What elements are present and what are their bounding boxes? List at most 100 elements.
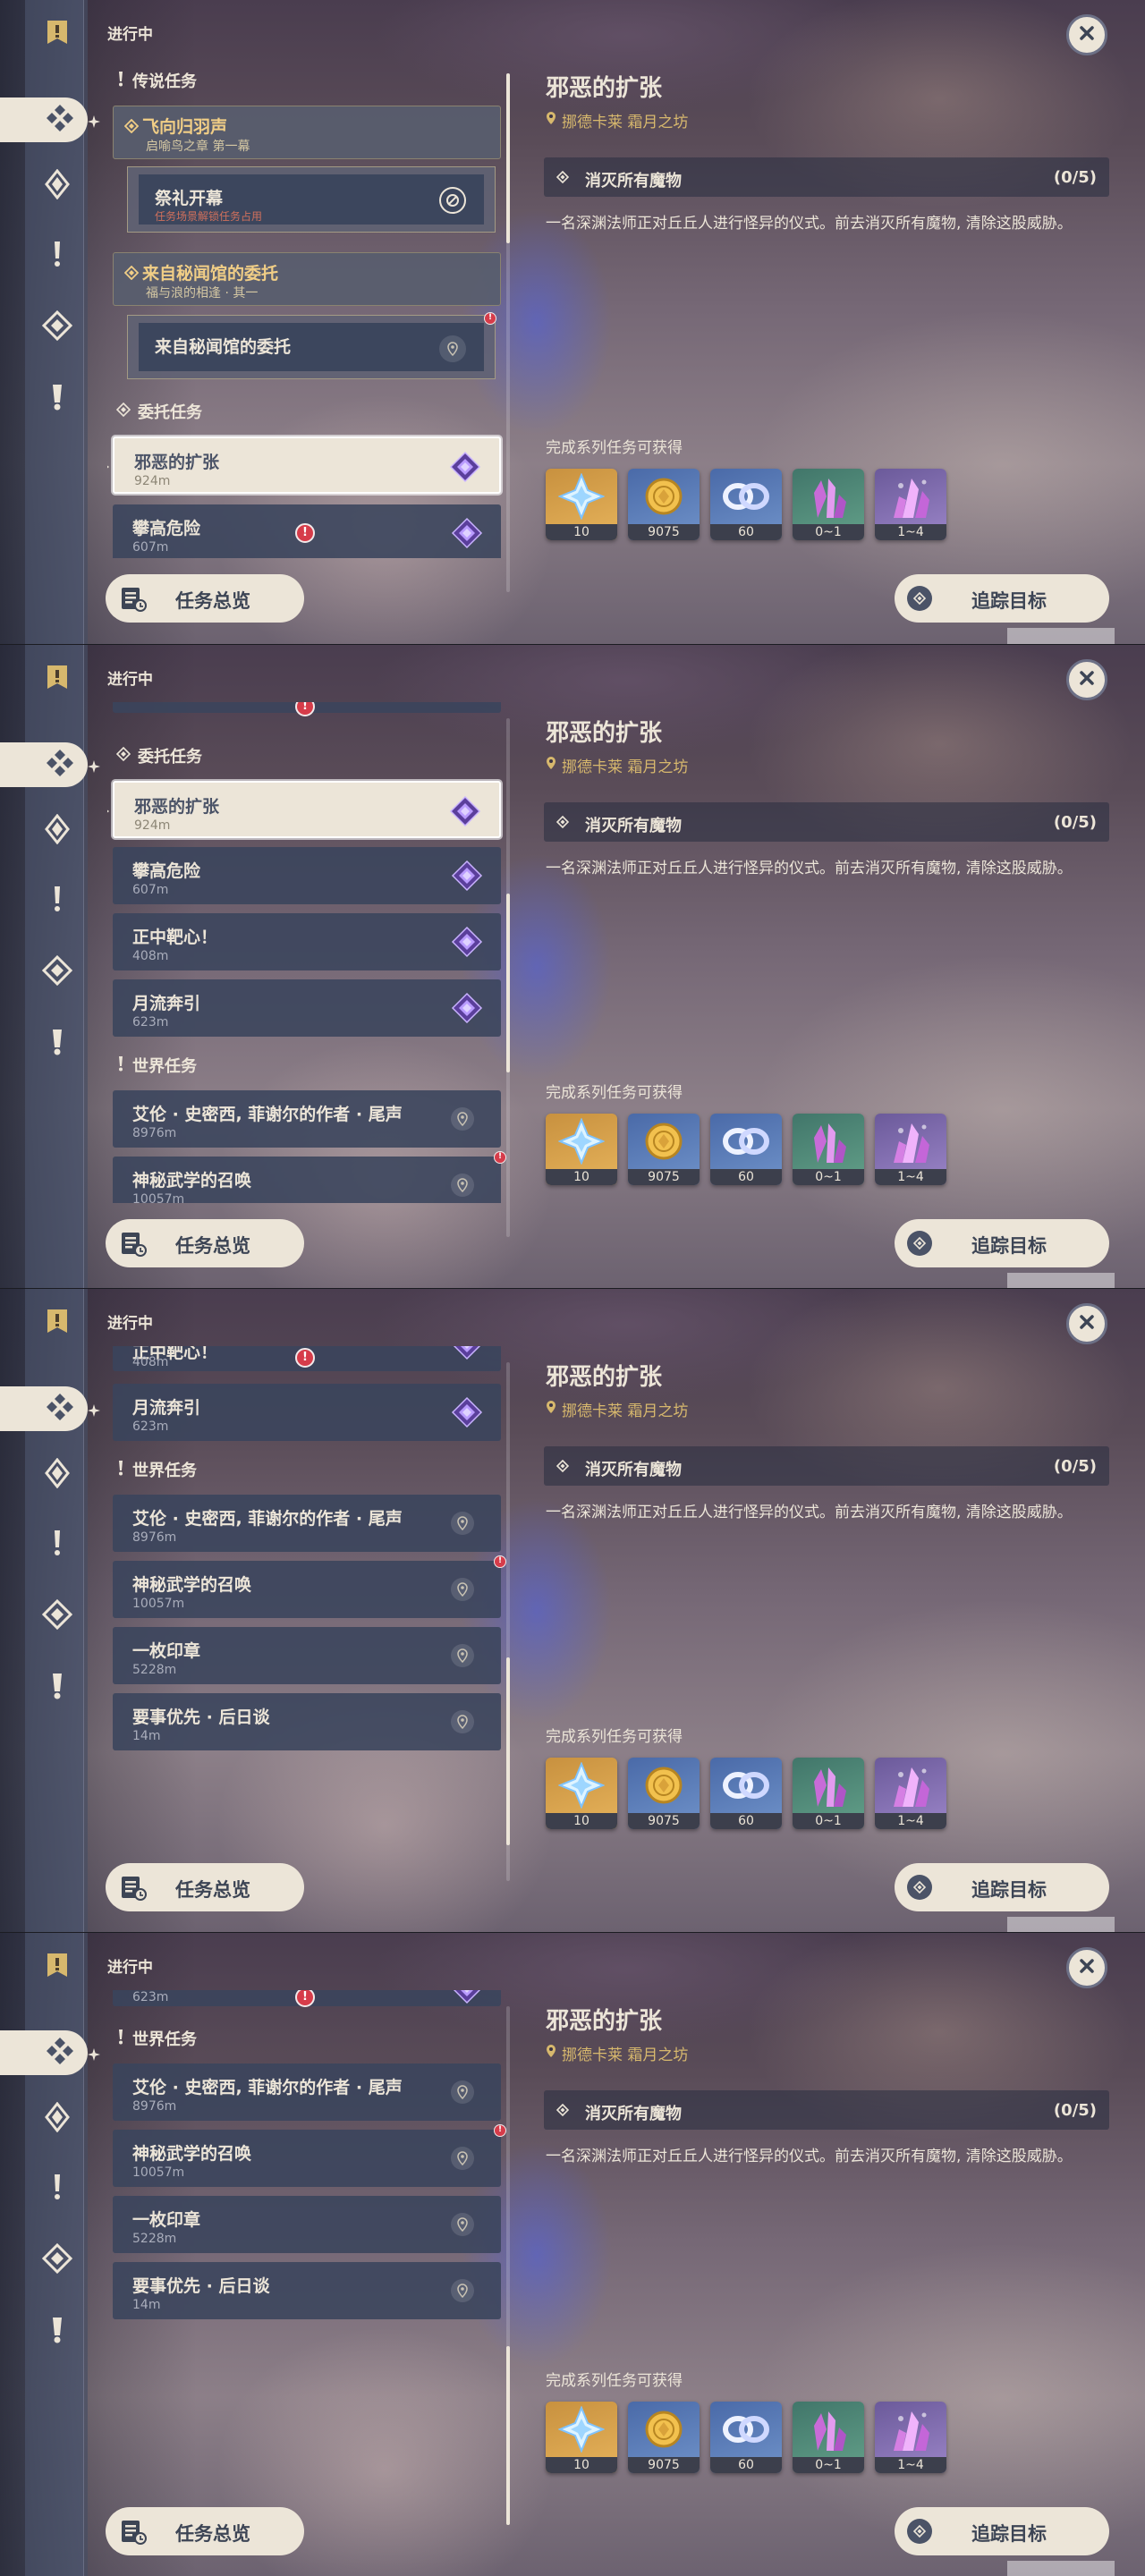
rail-tab-story[interactable]	[38, 1455, 77, 1495]
rail-tab-event[interactable]	[38, 1668, 77, 1707]
scrollbar-thumb[interactable]	[506, 2346, 510, 2525]
quest-overview-button[interactable]: 任务总览	[106, 2507, 304, 2555]
navigate-pin-icon[interactable]	[451, 2213, 474, 2236]
reward-item[interactable]: 0~1	[793, 1758, 864, 1829]
quest-list-scrollbar[interactable]	[506, 718, 510, 1237]
reward-item[interactable]: 1~4	[875, 1114, 946, 1185]
rail-tab-story[interactable]	[38, 2099, 77, 2139]
reward-item[interactable]: 9075	[628, 469, 700, 540]
reward-item[interactable]: 0~1	[793, 469, 864, 540]
rail-tab-all-quests[interactable]	[38, 1303, 77, 1343]
quest-list-scrollbar[interactable]	[506, 1362, 510, 1881]
legend-quest-item[interactable]: 飞向归羽声 启喻鸟之章 第一幕	[113, 106, 501, 159]
reward-item[interactable]: 0~1	[793, 1114, 864, 1185]
navigate-pin-icon[interactable]	[451, 2147, 474, 2170]
quest-list-item-partial[interactable]: !	[113, 702, 501, 716]
quest-list-scrollbar[interactable]	[506, 2006, 510, 2525]
close-button[interactable]	[1066, 659, 1107, 700]
legend-sub-quest[interactable]: 祭礼开幕 任务场景解锁任务占用	[127, 166, 496, 233]
reward-item[interactable]: 1~4	[875, 469, 946, 540]
quest-list-item[interactable]: 月流奔引 623m	[113, 979, 501, 1037]
quest-list-item[interactable]: 正中靶心！ 408m	[113, 913, 501, 970]
quest-list-item[interactable]: 神秘武学的召唤 10057m!	[113, 1151, 506, 1203]
reward-item[interactable]: 60	[710, 1758, 782, 1829]
rail-tab-commission[interactable]	[38, 308, 77, 347]
quest-list-item[interactable]: 艾伦 · 史密西, 菲谢尔的作者 · 尾声 8976m	[113, 1495, 501, 1552]
quest-list-item[interactable]: 邪恶的扩张 924m	[107, 781, 501, 838]
rail-tab-event[interactable]	[38, 2312, 77, 2351]
rail-tab-story[interactable]	[38, 166, 77, 206]
navigate-pin-icon[interactable]	[451, 1710, 474, 1733]
navigate-pin-icon[interactable]	[451, 1107, 474, 1131]
reward-item[interactable]: 1~4	[875, 2402, 946, 2473]
quest-overview-button[interactable]: 任务总览	[106, 1219, 304, 1267]
quest-list-item[interactable]: 要事优先 · 后日谈 14m	[113, 1693, 501, 1750]
close-button[interactable]	[1066, 1303, 1107, 1344]
rail-tab-story[interactable]	[38, 811, 77, 851]
rail-tab-archon[interactable]	[0, 97, 88, 142]
legend-sub-quest[interactable]: 来自秘闻馆的委托!	[127, 312, 496, 379]
track-target-button[interactable]: 追踪目标	[895, 2507, 1109, 2555]
navigate-pin-icon[interactable]	[451, 1578, 474, 1601]
reward-item[interactable]: 10	[546, 1114, 617, 1185]
reward-item[interactable]: 10	[546, 1758, 617, 1829]
quest-list-item[interactable]: 神秘武学的召唤 10057m!	[113, 1555, 506, 1618]
scrollbar-thumb[interactable]	[506, 894, 510, 1072]
close-button[interactable]	[1066, 1947, 1107, 1988]
quest-overview-button[interactable]: 任务总览	[106, 574, 304, 623]
rail-tab-archon[interactable]	[0, 2030, 88, 2075]
quest-list-item-partial[interactable]: 正中靶心！ 408m!	[113, 1346, 501, 1371]
quest-list[interactable]: 正中靶心！ 408m! 月流奔引 623m 世界任务 艾伦 · 史密西, 菲谢尔的作者 ·…	[107, 1346, 508, 1847]
track-target-button[interactable]: 追踪目标	[895, 1863, 1109, 1911]
reward-item[interactable]: 9075	[628, 1758, 700, 1829]
quest-list-item[interactable]: 要事优先 · 后日谈 14m	[113, 2262, 501, 2319]
reward-item[interactable]: 10	[546, 2402, 617, 2473]
track-target-button[interactable]: 追踪目标	[895, 1219, 1109, 1267]
quest-list-item[interactable]: 一枚印章 5228m	[113, 2196, 501, 2253]
reward-item[interactable]: 1~4	[875, 1758, 946, 1829]
quest-list[interactable]: ! 委托任务 邪恶的扩张 924m 攀高危险 607m 正中靶心！ 408m 月流奔引 623m 世…	[107, 702, 508, 1203]
reward-item[interactable]: 9075	[628, 2402, 700, 2473]
quest-list-item[interactable]: 攀高危险 607m!	[113, 504, 501, 558]
quest-list[interactable]: 传说任务 飞向归羽声 启喻鸟之章 第一幕 祭礼开幕 任务场景解锁任务占用 来自秘闻馆的委托…	[107, 57, 508, 558]
navigate-pin-icon[interactable]	[451, 1644, 474, 1667]
quest-list-item[interactable]: 一枚印章 5228m	[113, 1627, 501, 1684]
rail-tab-world[interactable]	[38, 2169, 77, 2208]
rail-tab-commission[interactable]	[38, 953, 77, 992]
quest-overview-button[interactable]: 任务总览	[106, 1863, 304, 1911]
quest-list-item[interactable]: 月流奔引 623m	[113, 1384, 501, 1441]
quest-list-item-partial[interactable]: 623m!	[113, 1990, 501, 2007]
rail-tab-world[interactable]	[38, 236, 77, 275]
rail-tab-world[interactable]	[38, 881, 77, 920]
reward-item[interactable]: 0~1	[793, 2402, 864, 2473]
quest-list[interactable]: 623m! 世界任务 艾伦 · 史密西, 菲谢尔的作者 · 尾声 8976m 神秘武学的…	[107, 1990, 508, 2491]
quest-list-item[interactable]: 攀高危险 607m	[113, 847, 501, 904]
quest-list-item[interactable]: 艾伦 · 史密西, 菲谢尔的作者 · 尾声 8976m	[113, 1090, 501, 1148]
reward-item[interactable]: 10	[546, 469, 617, 540]
track-target-button[interactable]: 追踪目标	[895, 574, 1109, 623]
rail-tab-all-quests[interactable]	[38, 1947, 77, 1987]
scrollbar-thumb[interactable]	[506, 73, 510, 243]
reward-item[interactable]: 60	[710, 469, 782, 540]
navigate-pin-icon[interactable]	[451, 1174, 474, 1197]
close-button[interactable]	[1066, 14, 1107, 55]
rail-tab-archon[interactable]	[0, 742, 88, 787]
rail-tab-event[interactable]	[38, 379, 77, 419]
reward-item[interactable]: 9075	[628, 1114, 700, 1185]
legend-quest-item[interactable]: 来自秘闻馆的委托 福与浪的相逢 · 其一	[113, 252, 501, 306]
navigate-pin-icon[interactable]	[451, 1512, 474, 1535]
navigate-pin-icon[interactable]	[439, 335, 466, 362]
quest-list-scrollbar[interactable]	[506, 73, 510, 592]
quest-list-item[interactable]: 邪恶的扩张 924m	[107, 436, 501, 494]
reward-item[interactable]: 60	[710, 2402, 782, 2473]
rail-tab-event[interactable]	[38, 1024, 77, 1063]
rail-tab-all-quests[interactable]	[38, 14, 77, 54]
navigate-pin-icon[interactable]	[451, 2279, 474, 2302]
rail-tab-world[interactable]	[38, 1525, 77, 1564]
rail-tab-archon[interactable]	[0, 1386, 88, 1431]
navigate-pin-icon[interactable]	[451, 2080, 474, 2104]
reward-item[interactable]: 60	[710, 1114, 782, 1185]
rail-tab-commission[interactable]	[38, 1597, 77, 1636]
rail-tab-commission[interactable]	[38, 2241, 77, 2280]
rail-tab-all-quests[interactable]	[38, 659, 77, 699]
